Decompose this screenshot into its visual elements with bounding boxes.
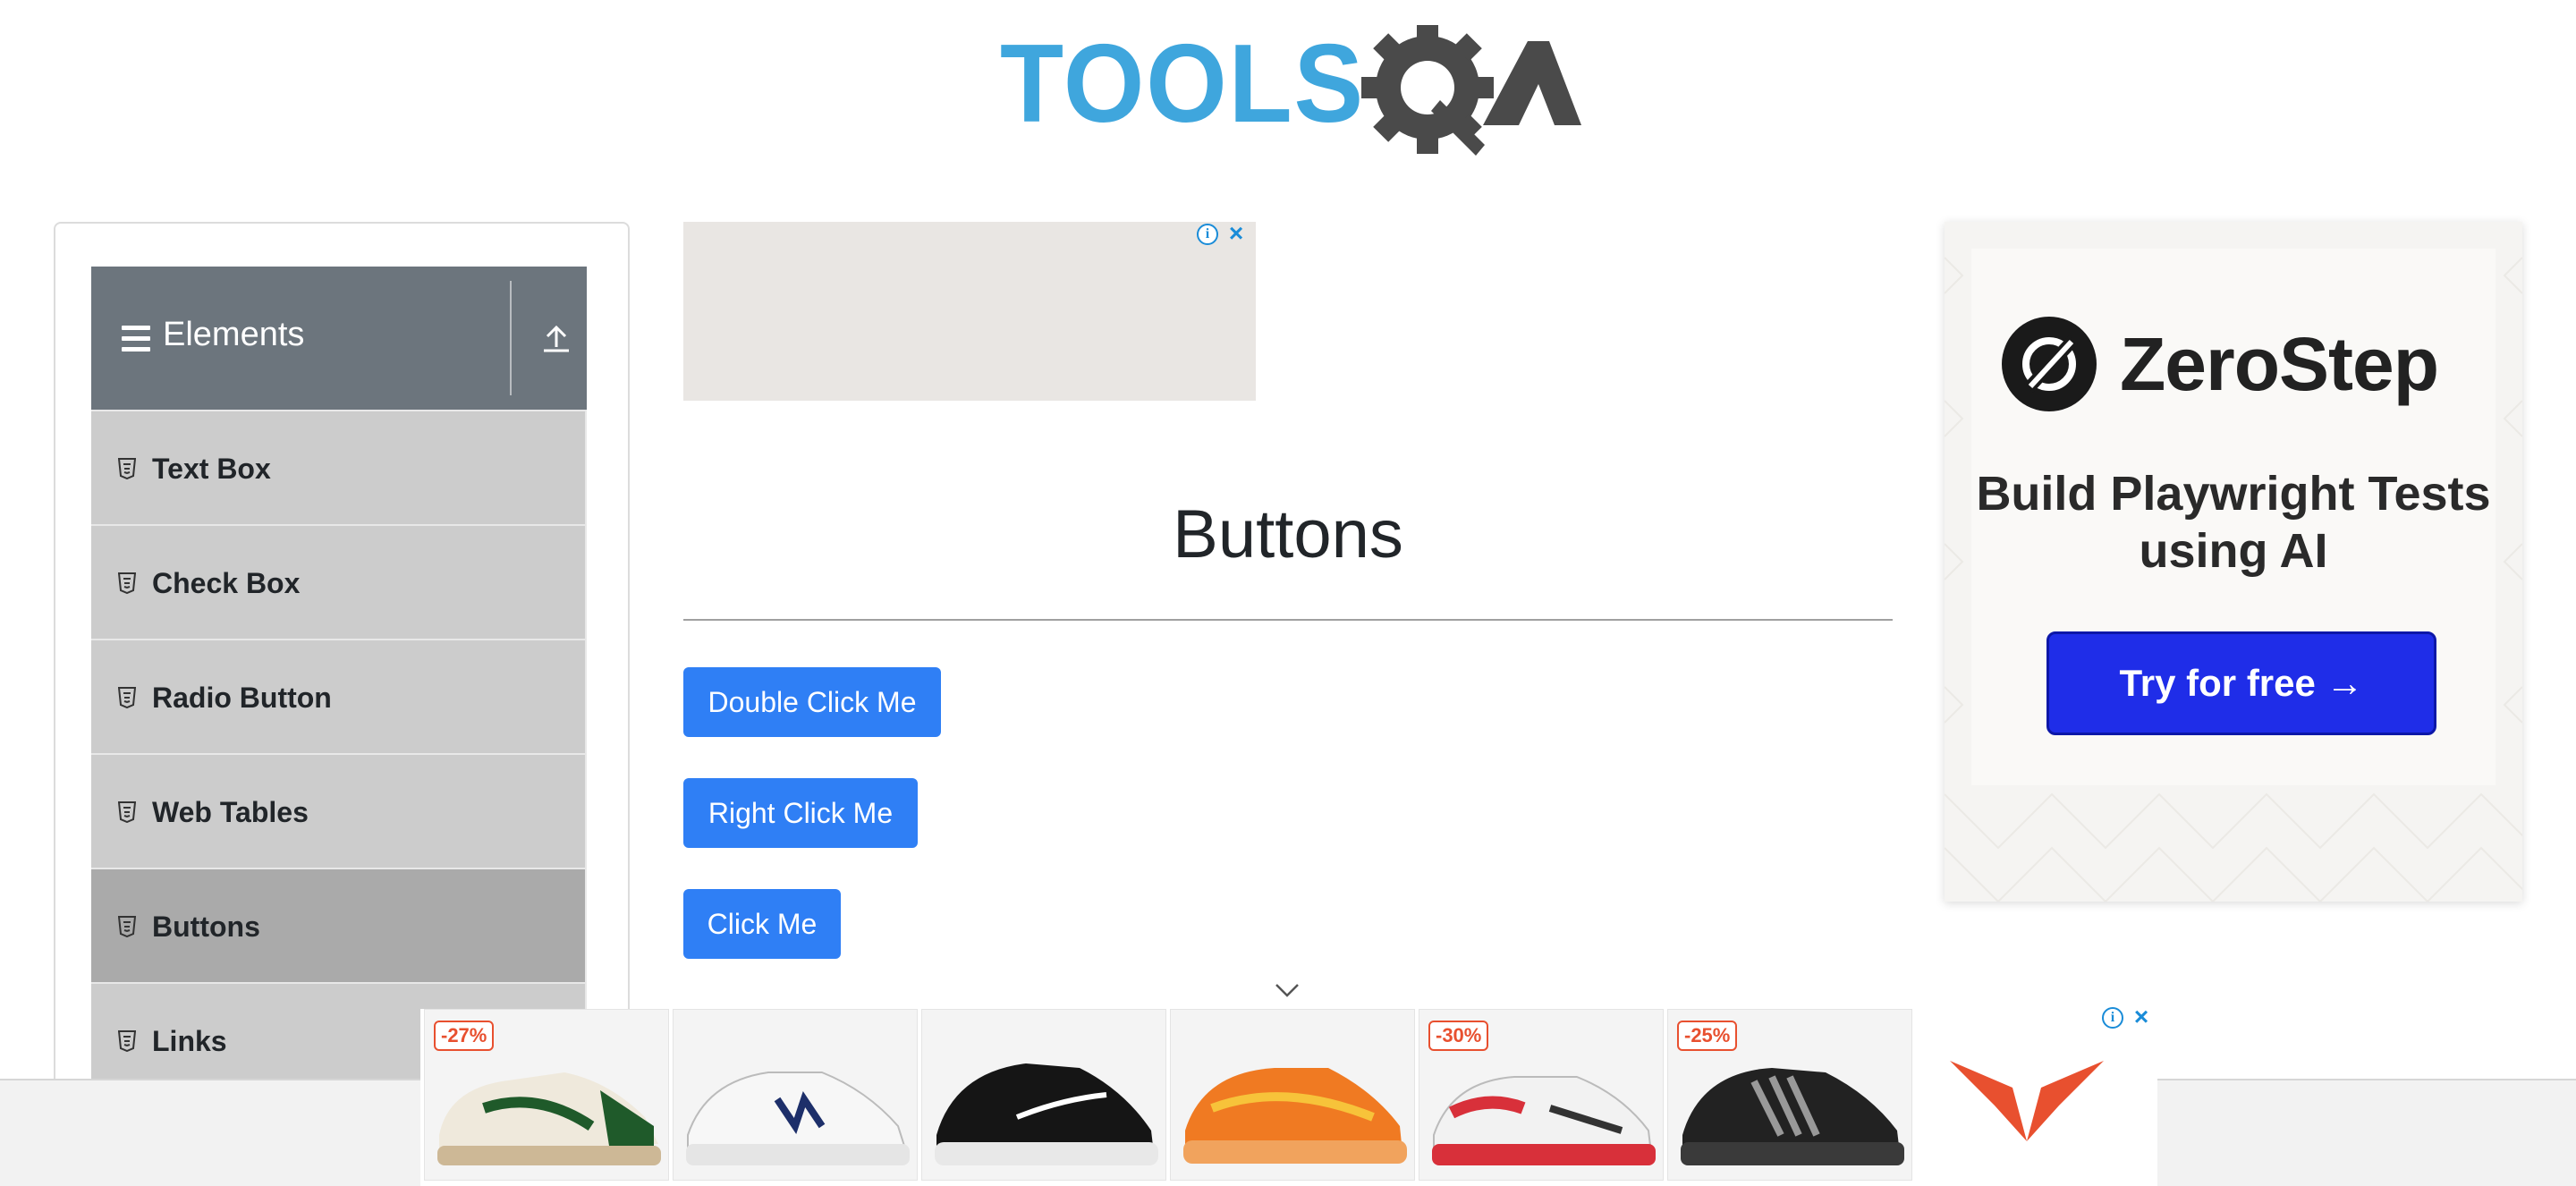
product-card[interactable]: -25% [1667,1009,1912,1181]
title-divider [683,619,1893,621]
header-divider [510,281,512,395]
sneaker-image [686,1072,910,1165]
click-me-button[interactable]: Click Me [683,889,841,959]
sidebar-item-label: Text Box [152,453,271,485]
elements-group-header[interactable]: Elements [91,267,587,410]
sidebar-item-label: Radio Button [152,682,332,714]
sidebar-item-radio-button[interactable]: Radio Button [91,639,587,753]
ad-brand-name: ZeroStep [2120,322,2439,406]
elements-menu-list: Text Box Check Box Radio Button Web Tabl… [91,410,587,1097]
ad-close-icon[interactable]: × [2131,1004,2152,1029]
sneaker-image [1183,1068,1407,1164]
sidebar-item-label: Buttons [152,911,260,943]
product-card[interactable] [921,1009,1166,1181]
bottom-shoe-ad[interactable]: -27% -30% -25% i × [420,1004,2157,1186]
double-click-button[interactable]: Double Click Me [683,667,941,737]
bottom-ad-controls: i × [2102,1004,2152,1029]
ad-info-icon[interactable]: i [1197,224,1218,245]
sidebar-item-buttons[interactable]: Buttons [91,868,587,982]
brand-logo-icon [1950,1061,2104,1141]
html5-icon [118,801,136,823]
sidebar-item-label: Links [152,1025,227,1057]
sidebar-item-text-box[interactable]: Text Box [91,410,587,524]
elements-group-title: Elements [163,316,305,353]
product-card[interactable]: -30% [1419,1009,1664,1181]
product-card[interactable] [1170,1009,1415,1181]
page-title: Buttons [1173,496,1403,572]
ad-info-icon[interactable]: i [2102,1007,2123,1029]
ad-tagline: Build Playwright Tests using AI [1976,467,2491,578]
zerostep-logo-icon [2002,317,2097,411]
chevron-down-icon[interactable] [1274,980,1301,1000]
toolsqa-logo[interactable]: TOOLS [1000,21,1583,168]
html5-icon [118,572,136,594]
collapse-upload-icon[interactable] [538,320,574,356]
zerostep-ad[interactable]: ZeroStep Build Playwright Tests using AI… [1945,222,2522,902]
product-card[interactable]: -27% [424,1009,669,1181]
sneaker-image [935,1063,1158,1165]
sidebar-item-label: Check Box [152,567,301,599]
svg-text:TOOLS: TOOLS [1000,25,1365,146]
sneaker-image [437,1072,661,1165]
hamburger-icon [122,326,150,352]
top-ad-banner[interactable]: i × [683,221,1256,401]
html5-icon [118,687,136,708]
sidebar-item-web-tables[interactable]: Web Tables [91,753,587,868]
sneaker-image [1432,1076,1656,1165]
logo-graphic: TOOLS [1000,21,1581,156]
try-for-free-button[interactable]: Try for free → [2046,631,2436,735]
right-click-button[interactable]: Right Click Me [683,778,918,848]
html5-icon [118,1030,136,1052]
product-strip: -27% -30% -25% [424,1009,1912,1181]
ad-controls: i × [1197,221,1247,246]
ad-close-icon[interactable]: × [1225,221,1247,246]
sidebar-item-label: Web Tables [152,796,309,828]
html5-icon [118,458,136,479]
sidebar-item-check-box[interactable]: Check Box [91,524,587,639]
sneaker-image [1681,1068,1904,1165]
product-card[interactable] [673,1009,918,1181]
html5-icon [118,916,136,937]
